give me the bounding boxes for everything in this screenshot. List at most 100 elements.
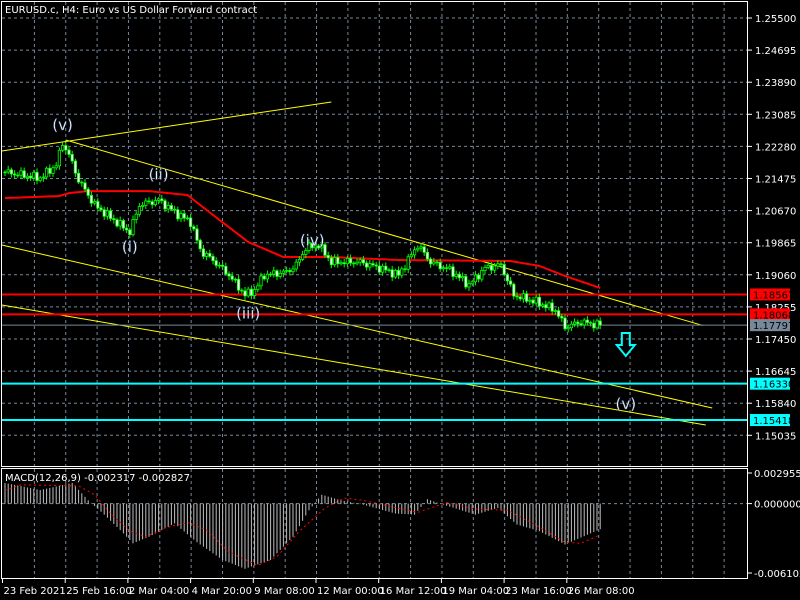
- candle-body-bear: [275, 270, 279, 277]
- candle-body-bull: [19, 170, 23, 176]
- candle: [409, 251, 414, 259]
- candle: [115, 217, 119, 228]
- candle-body-bear: [505, 274, 510, 282]
- candle-body-bull: [144, 200, 148, 206]
- candle-body-bear: [336, 257, 340, 265]
- candle: [563, 314, 567, 332]
- candle-body-bull: [496, 263, 500, 267]
- candle: [422, 244, 426, 256]
- price-level-label: 1.16330: [753, 380, 794, 391]
- candle: [48, 164, 52, 177]
- candle-body-bear: [537, 296, 542, 307]
- candle-body-bull: [51, 167, 55, 174]
- candle: [140, 202, 145, 210]
- time-tick-label: 12 Mar 00:00: [317, 586, 384, 597]
- candle: [131, 215, 135, 237]
- candle: [505, 272, 510, 285]
- candle-body-bear: [121, 220, 125, 229]
- candle: [281, 268, 286, 278]
- time-tick-label: 26 Mar 08:00: [568, 586, 635, 597]
- candle-body-bull: [156, 198, 161, 201]
- macd-tick-label: 0.000000: [754, 500, 800, 511]
- candle-body-bull: [406, 256, 410, 270]
- candle-body-bear: [115, 219, 119, 227]
- candle-body-bull: [153, 200, 157, 205]
- axes: [1, 1, 748, 579]
- candle: [550, 298, 554, 315]
- time-tick-label: 4 Mar 20:00: [192, 586, 252, 597]
- candle: [384, 262, 388, 274]
- price-tick-label: 1.21475: [755, 175, 796, 186]
- candle: [368, 259, 372, 271]
- candle: [406, 253, 410, 274]
- candle-body-bear: [374, 264, 378, 267]
- candle-body-bear: [201, 248, 205, 257]
- candle: [83, 178, 87, 192]
- candle-body-bear: [525, 293, 529, 302]
- candle-body-bear: [35, 171, 39, 181]
- candle-body-bull: [400, 268, 404, 276]
- candle-body-bull: [137, 206, 141, 215]
- chart-canvas[interactable]: (v)(ii)(i)(iii)(iv)(v) 1.255001.246951.2…: [0, 0, 800, 600]
- candle-body-bull: [134, 213, 138, 220]
- candle: [457, 271, 462, 282]
- candle-body-bear: [233, 278, 237, 281]
- candle: [28, 172, 33, 181]
- candle-body-bull: [294, 261, 298, 270]
- candle: [102, 206, 106, 220]
- candle: [230, 272, 234, 282]
- candle-body-bear: [592, 322, 596, 329]
- candle-body-bull: [54, 165, 58, 169]
- candle-body-bull: [470, 281, 474, 285]
- price-tick-label: 1.15035: [755, 431, 796, 442]
- candle: [332, 254, 337, 268]
- candle: [557, 306, 561, 319]
- candle-body-bear: [109, 210, 113, 219]
- candle-body-bull: [284, 270, 289, 272]
- candle-body-bull: [416, 247, 420, 251]
- candle: [185, 215, 189, 221]
- candle: [86, 187, 90, 199]
- candle-body-bear: [384, 265, 388, 271]
- candle-body-bull: [473, 274, 478, 283]
- trendline: [1, 101, 332, 152]
- candle-body-bull: [521, 293, 526, 300]
- candle: [41, 172, 46, 182]
- candle-body-bear: [243, 290, 247, 297]
- candle: [73, 158, 77, 178]
- candle: [163, 198, 167, 212]
- candle-body-bull: [573, 321, 577, 325]
- candle: [419, 243, 423, 252]
- candle: [16, 172, 20, 178]
- candle: [473, 271, 478, 286]
- candle: [265, 270, 270, 283]
- candle-body-bull: [528, 299, 532, 302]
- candle-body-bull: [32, 171, 36, 179]
- macd-pane: [4, 482, 601, 569]
- candle-body-bull: [467, 283, 471, 288]
- candle: [348, 254, 353, 266]
- candle-body-bull: [355, 261, 359, 265]
- candle-body-bull: [204, 253, 209, 257]
- candle-body-bull: [368, 263, 372, 268]
- candle-body-bull: [57, 149, 62, 167]
- candle-body-bull: [441, 267, 446, 270]
- candle-body-bear: [550, 302, 554, 312]
- candle-body-bear: [48, 167, 52, 174]
- candle: [211, 253, 215, 265]
- candle-body-bear: [96, 201, 100, 209]
- candle-body-bear: [348, 257, 353, 264]
- candle: [512, 282, 516, 300]
- candle-body-bear: [361, 259, 366, 264]
- candle-body-bull: [61, 145, 65, 151]
- candle-body-bull: [332, 257, 337, 266]
- candle-body-bear: [371, 263, 375, 266]
- candle: [25, 173, 30, 182]
- candle-body-bear: [195, 228, 199, 241]
- time-tick-label: 16 Mar 12:00: [380, 586, 447, 597]
- candle: [80, 180, 84, 187]
- candle-body-bear: [352, 262, 356, 265]
- candle-body-bear: [512, 283, 516, 297]
- candle-body-bull: [259, 275, 263, 287]
- candle: [518, 294, 522, 302]
